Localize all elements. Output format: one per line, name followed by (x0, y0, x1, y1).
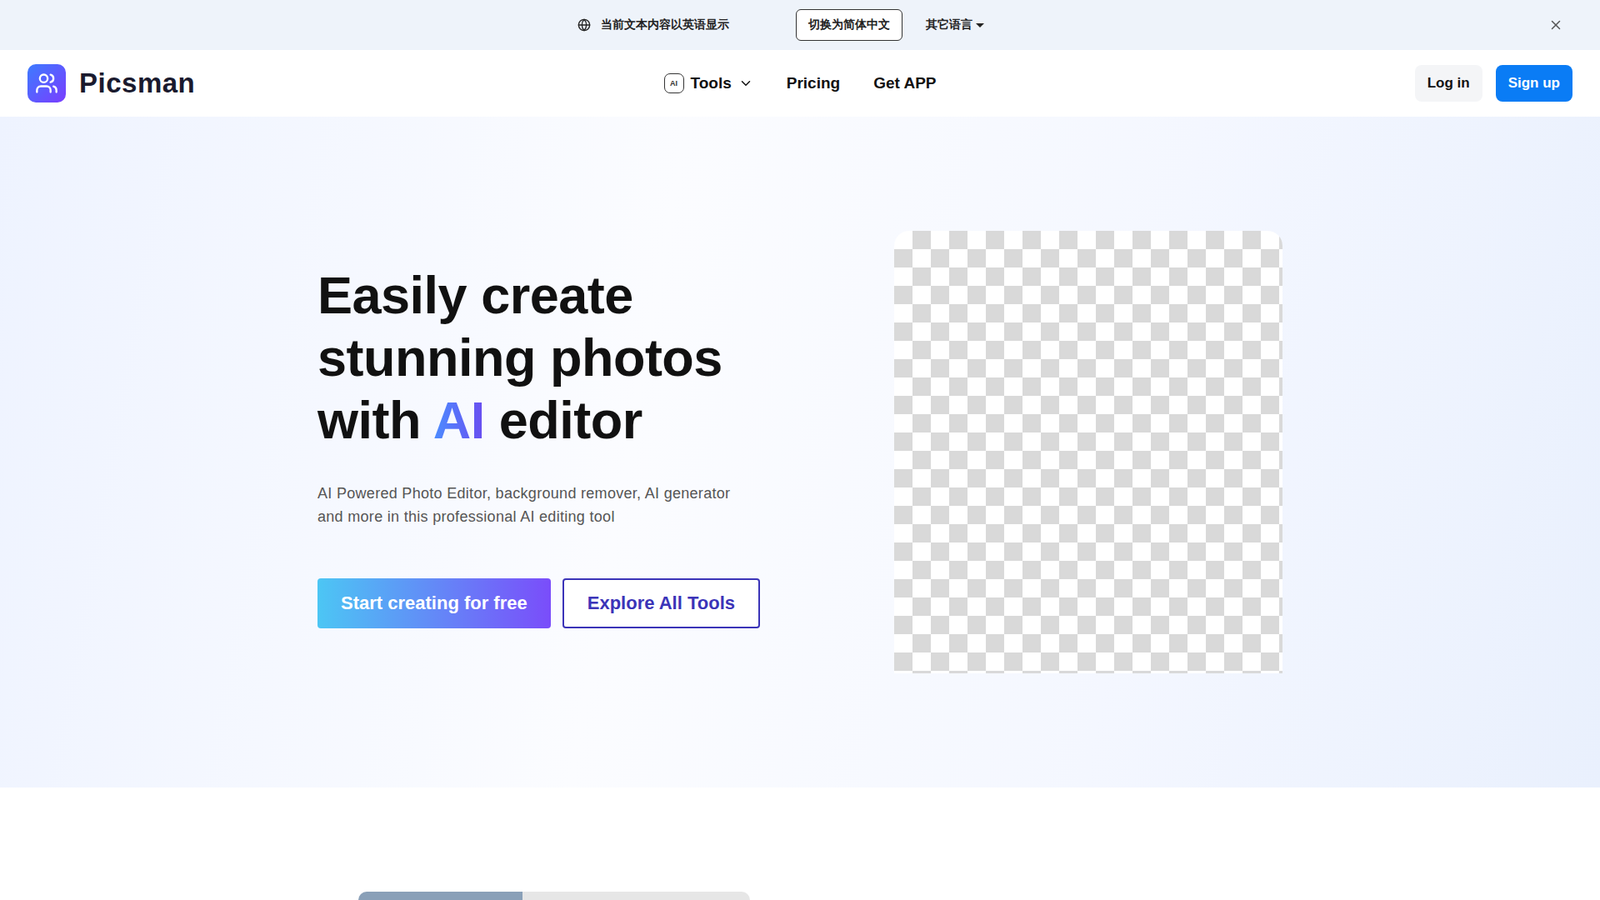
title-line: stunning photos (317, 326, 760, 390)
title-part: with (317, 390, 434, 450)
nav-link[interactable]: Get APP (873, 74, 936, 93)
login-button[interactable]: Log in (1415, 65, 1483, 102)
title-part: Easily create (317, 265, 634, 325)
auth-buttons: Log in Sign up (1415, 65, 1573, 102)
preview-card (358, 891, 750, 900)
hero-title: Easily createstunning photoswith AI edit… (317, 264, 760, 452)
title-part: AI (433, 390, 485, 450)
ai-badge-icon: AI (664, 73, 685, 94)
language-banner: 当前文本内容以英语显示 切换为简体中文其它语言 (0, 0, 1600, 50)
explore-tools-button[interactable]: Explore All Tools (562, 578, 760, 629)
people-icon (35, 71, 59, 95)
logo-icon (27, 64, 66, 103)
language-menu[interactable]: 其它语言 (922, 14, 990, 36)
signup-button[interactable]: Sign up (1495, 65, 1573, 102)
nav-link[interactable]: AITools (664, 73, 754, 94)
nav-links: AITools Pricing Get APP (664, 73, 937, 94)
banner-notice: 当前文本内容以英语显示 (600, 17, 730, 33)
close-icon (1548, 17, 1564, 33)
close-banner-button[interactable] (1545, 14, 1567, 36)
banner-content: 当前文本内容以英语显示 切换为简体中文其它语言 (577, 9, 990, 41)
globe-icon (577, 18, 591, 32)
hero: Easily createstunning photoswith AI edit… (0, 116, 1600, 788)
nav-link[interactable]: Pricing (786, 74, 840, 93)
caret-down-icon (974, 19, 986, 31)
top-nav: Picsman AITools Pricing Get APP Log in Sign u… (0, 50, 1600, 117)
features-section (0, 787, 1600, 900)
chevron-down-icon (738, 75, 754, 91)
hero-photo (894, 230, 1283, 674)
start-creating-button[interactable]: Start creating for free (317, 578, 551, 629)
title-part: editor (485, 390, 643, 450)
switch-language-button[interactable]: 切换为简体中文 (795, 9, 903, 41)
brand-name: Picsman (79, 67, 195, 100)
hero-buttons: Start creating for freeExplore All Tools (317, 578, 760, 629)
subtitle-line: AI Powered Photo Editor, background remo… (317, 481, 760, 505)
title-line: with AI editor (317, 389, 760, 452)
brand[interactable]: Picsman (27, 64, 665, 103)
subtitle-line: and more in this professional AI editing… (317, 505, 760, 529)
title-part: stunning photos (317, 328, 723, 387)
title-line: Easily create (317, 264, 760, 327)
hero-text: Easily createstunning photoswith AI edit… (317, 264, 760, 629)
hero-inner: Easily createstunning photoswith AI edit… (317, 230, 1283, 788)
hero-subtitle: AI Powered Photo Editor, background remo… (317, 481, 760, 529)
